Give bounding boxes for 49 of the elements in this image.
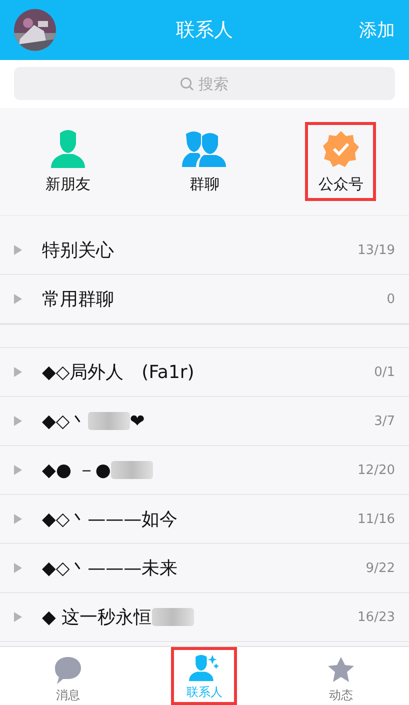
member-count: 3/7: [374, 414, 395, 428]
expand-arrow-icon: [14, 294, 22, 304]
badge-check-icon: [320, 129, 361, 169]
member-count: 12/20: [358, 462, 395, 478]
shortcut-button[interactable]: 公众号: [305, 122, 376, 201]
chat-bubble-icon: [53, 655, 84, 685]
group-row[interactable]: ◆ 这一秒永恒 16/23: [0, 593, 409, 642]
member-count: 9/22: [366, 560, 395, 576]
shortcut-button[interactable]: 群聊: [169, 122, 240, 201]
expand-arrow-icon: [14, 563, 22, 573]
member-count: 16/23: [358, 610, 395, 624]
group-row[interactable]: ◆◇丶———如今 11/16: [0, 495, 409, 544]
star-icon: [326, 655, 356, 685]
group-name: ❤: [130, 410, 145, 432]
group-row[interactable]: ◆◇丶———未来 9/22: [0, 544, 409, 593]
group-name: ◆● －●: [42, 459, 111, 482]
group-name: ◆ 这一秒永恒: [42, 606, 152, 629]
expand-arrow-icon: [14, 245, 22, 255]
member-count: 11/16: [358, 512, 395, 526]
expand-arrow-icon: [14, 514, 22, 524]
group-name: ◆◇丶———未来: [42, 557, 178, 580]
redaction-blur: [88, 412, 130, 430]
screen-title: 联系人: [176, 19, 233, 41]
expand-arrow-icon: [14, 416, 22, 426]
search-field[interactable]: 搜索: [14, 67, 395, 100]
expand-arrow-icon: [14, 465, 22, 475]
group-row[interactable]: 常用群聊 0: [0, 275, 409, 324]
expand-arrow-icon: [14, 367, 22, 377]
redaction-blur: [152, 608, 194, 626]
group-name: ◆◇局外人 (Fa1r): [42, 361, 194, 384]
group-name: ◆◇丶: [42, 410, 88, 433]
person-sparkle-icon: [187, 654, 222, 682]
group-name: 常用群聊: [42, 288, 114, 311]
group-row[interactable]: ◆◇丶 ❤ 3/7: [0, 397, 409, 446]
group-name: ◆◇丶———如今: [42, 508, 178, 531]
group-row[interactable]: ◆◇局外人 (Fa1r) 0/1: [0, 348, 409, 397]
member-count: 13/19: [358, 242, 395, 258]
shortcut-button[interactable]: 新朋友: [32, 122, 104, 201]
nav-tab[interactable]: 动态: [310, 647, 371, 705]
expand-arrow-icon: [14, 612, 22, 622]
member-count: 0/1: [374, 364, 395, 380]
group-row[interactable]: 特别关心 13/19: [0, 226, 409, 275]
group-name: 特别关心: [42, 239, 114, 262]
member-count: 0: [386, 292, 395, 306]
redaction-blur: [110, 461, 153, 479]
person-icon: [51, 129, 86, 169]
two-people-icon: [182, 129, 226, 169]
group-row[interactable]: ◆● －● 12/20: [0, 446, 409, 495]
nav-tab[interactable]: 消息: [38, 647, 98, 705]
